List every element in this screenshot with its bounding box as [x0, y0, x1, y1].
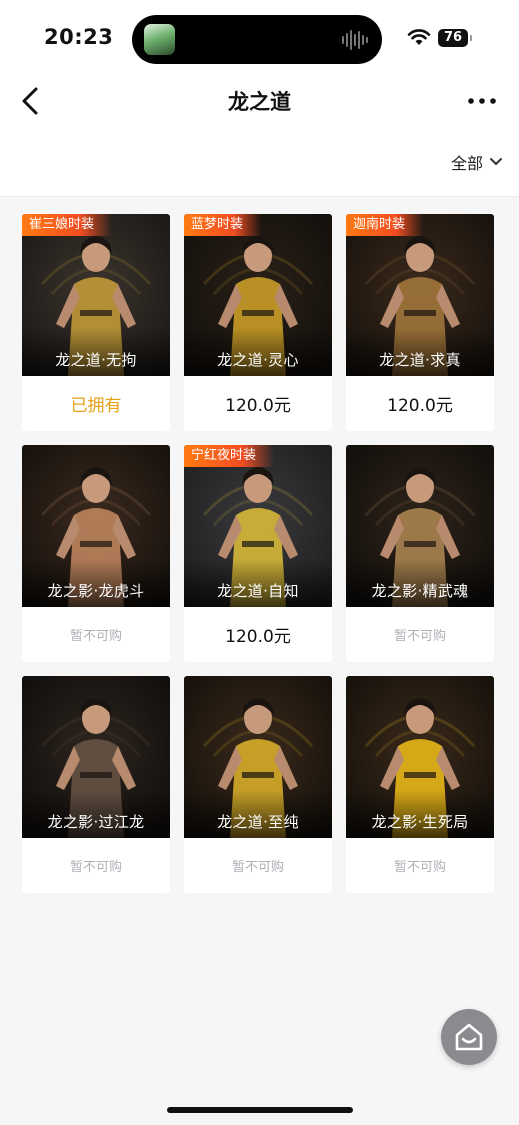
outfit-name: 龙之道·灵心 [217, 351, 299, 369]
outfit-name: 龙之影·过江龙 [47, 813, 145, 831]
outfit-image: 龙之影·生死局 [346, 676, 494, 838]
outfit-status-area: 120.0元 [346, 376, 494, 431]
outfit-status-area: 已拥有 [22, 376, 170, 431]
outfit-status: 120.0元 [225, 627, 291, 647]
outfit-status: 暂不可购 [69, 629, 122, 644]
more-icon[interactable] [466, 92, 498, 110]
outfit-name: 龙之道·求真 [379, 351, 461, 369]
outfit-image: 龙之道·无拘 [22, 214, 170, 376]
outfit-image: 龙之道·至纯 [184, 676, 332, 838]
outfit-tag: 迦南时装 [346, 214, 424, 236]
floating-home-button[interactable] [441, 1009, 497, 1065]
outfit-card[interactable]: 龙之道·求真 迦南时装 120.0元 [346, 214, 494, 431]
outfit-card[interactable]: 龙之影·精武魂 暂不可购 [346, 445, 494, 662]
outfit-status: 已拥有 [70, 396, 122, 416]
outfit-image: 龙之影·龙虎斗 [22, 445, 170, 607]
home-icon [455, 1023, 483, 1051]
outfit-status: 暂不可购 [393, 629, 446, 644]
outfit-status-area: 暂不可购 [22, 838, 170, 893]
outfit-status-area: 暂不可购 [184, 838, 332, 893]
outfit-tag: 崔三娘时装 [22, 214, 113, 236]
chevron-down-icon [490, 158, 502, 165]
wifi-icon [407, 29, 431, 45]
audio-wave-icon [342, 29, 368, 51]
outfit-status-area: 暂不可购 [346, 607, 494, 662]
outfit-name: 龙之影·生死局 [371, 813, 469, 831]
outfit-tag: 宁红夜时装 [184, 445, 275, 467]
filter-label: 全部 [450, 154, 483, 173]
home-indicator[interactable] [167, 1107, 353, 1113]
outfit-image: 龙之道·灵心 [184, 214, 332, 376]
outfit-image: 龙之道·求真 [346, 214, 494, 376]
outfit-card[interactable]: 龙之道·至纯 暂不可购 [184, 676, 332, 893]
outfit-status: 暂不可购 [231, 860, 284, 875]
battery-icon: 76 [438, 29, 472, 47]
outfit-image: 龙之影·过江龙 [22, 676, 170, 838]
outfit-card[interactable]: 龙之影·生死局 暂不可购 [346, 676, 494, 893]
outfit-card[interactable]: 龙之影·龙虎斗 暂不可购 [22, 445, 170, 662]
outfit-card[interactable]: 龙之道·灵心 蓝梦时装 120.0元 [184, 214, 332, 431]
outfit-grid: 龙之道·无拘 崔三娘时装 已拥有 龙之道·灵心 蓝梦时装 120.0元 龙之道·… [22, 214, 497, 893]
filter-dropdown[interactable]: 全部 [451, 150, 503, 174]
dynamic-island[interactable] [132, 15, 382, 64]
outfit-card[interactable]: 龙之影·过江龙 暂不可购 [22, 676, 170, 893]
outfit-name: 龙之道·自知 [217, 582, 299, 600]
outfit-status: 暂不可购 [69, 860, 122, 875]
outfit-image: 龙之影·精武魂 [346, 445, 494, 607]
page-title: 龙之道 [228, 90, 291, 114]
outfit-status-area: 120.0元 [184, 607, 332, 662]
outfit-status: 120.0元 [387, 396, 453, 416]
outfit-image: 龙之道·自知 [184, 445, 332, 607]
outfit-name: 龙之影·精武魂 [371, 582, 469, 600]
outfit-card[interactable]: 龙之道·自知 宁红夜时装 120.0元 [184, 445, 332, 662]
status-time: 20:23 [44, 25, 114, 49]
filter-bar: 全部 [0, 122, 519, 197]
outfit-name: 龙之道·至纯 [217, 813, 299, 831]
outfit-card[interactable]: 龙之道·无拘 崔三娘时装 已拥有 [22, 214, 170, 431]
outfit-status-area: 120.0元 [184, 376, 332, 431]
outfit-status-area: 暂不可购 [22, 607, 170, 662]
navigation-bar: 龙之道 [0, 80, 519, 122]
status-bar: 20:23 76 [0, 0, 519, 80]
outfit-name: 龙之道·无拘 [55, 351, 137, 369]
outfit-tag: 蓝梦时装 [184, 214, 262, 236]
now-playing-thumbnail [144, 24, 175, 55]
outfit-status: 120.0元 [225, 396, 291, 416]
outfit-name: 龙之影·龙虎斗 [47, 582, 145, 600]
outfit-status: 暂不可购 [393, 860, 446, 875]
outfit-status-area: 暂不可购 [346, 838, 494, 893]
